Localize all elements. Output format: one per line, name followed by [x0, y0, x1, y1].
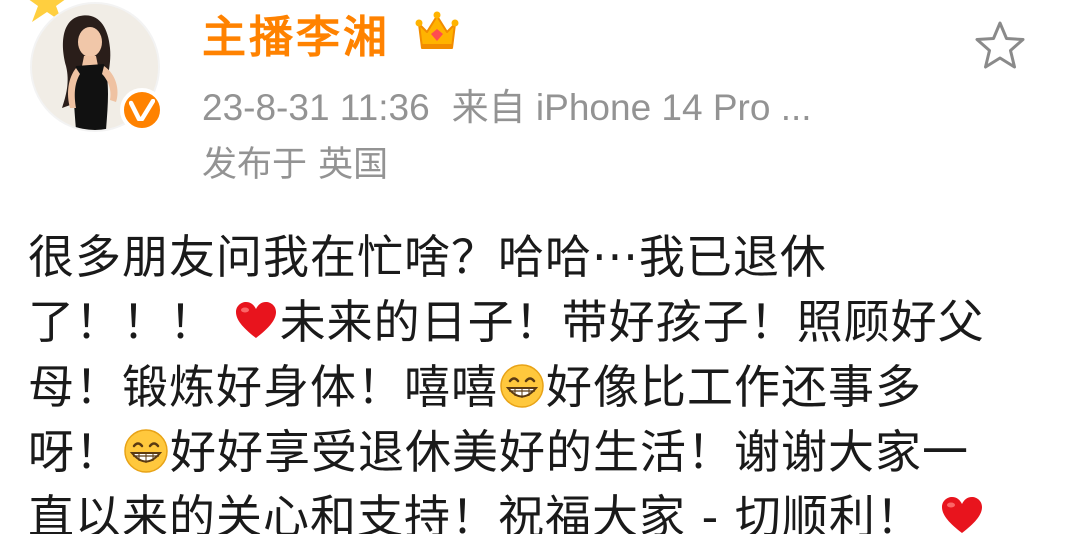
post-text: 好像比工作还事多 — [546, 360, 922, 414]
post-location: 发布于 英国 — [202, 145, 389, 185]
post-text: 好好享受退休美好的生活！谢谢大家一 — [170, 425, 969, 479]
post-line-4: 呀！ 好好享受退休美好的生活！谢谢大家一 — [28, 420, 1068, 485]
favorite-star-button[interactable] — [972, 18, 1028, 74]
post-text: 直以来的关心和支持！祝福大家 - 切顺利！ — [28, 490, 923, 534]
post-line-2: 了！！！ 未来的日子！带好孩子！照顾好父 — [28, 290, 1068, 355]
red-heart-emoji — [942, 497, 983, 533]
post-text: 未来的日子！带好孩子！照顾好父 — [279, 295, 985, 349]
post-text: 母！锻炼好身体！嘻嘻 — [28, 360, 498, 414]
post-timestamp[interactable]: 23-8-31 11:36 — [202, 87, 430, 128]
post-line-1: 很多朋友问我在忙啥？哈哈···我已退休 — [28, 225, 1068, 290]
post-source[interactable]: 来自 iPhone 14 Pro ... — [452, 87, 812, 128]
red-heart-emoji — [235, 302, 276, 338]
grinning-face-emoji — [124, 429, 168, 473]
post-line-5: 直以来的关心和支持！祝福大家 - 切顺利！ — [28, 485, 1068, 534]
crown-icon[interactable] — [413, 8, 461, 56]
post-meta: 23-8-31 11:36 来自 iPhone 14 Pro ... — [202, 85, 812, 131]
post-text: 了！！！ — [28, 295, 216, 349]
verified-v-icon — [120, 88, 164, 132]
post-body: 很多朋友问我在忙啥？哈哈···我已退休 了！！！ 未来的日子！带好孩子！照顾好父… — [28, 225, 1068, 534]
post-text: 呀！ — [28, 425, 122, 479]
grinning-face-emoji — [500, 364, 544, 408]
post-text: 很多朋友问我在忙啥？哈哈···我已退休 — [28, 230, 827, 284]
post-line-3: 母！锻炼好身体！嘻嘻 好像比工作还事多 — [28, 355, 1068, 420]
username-link[interactable]: 主播李湘 — [202, 10, 390, 66]
